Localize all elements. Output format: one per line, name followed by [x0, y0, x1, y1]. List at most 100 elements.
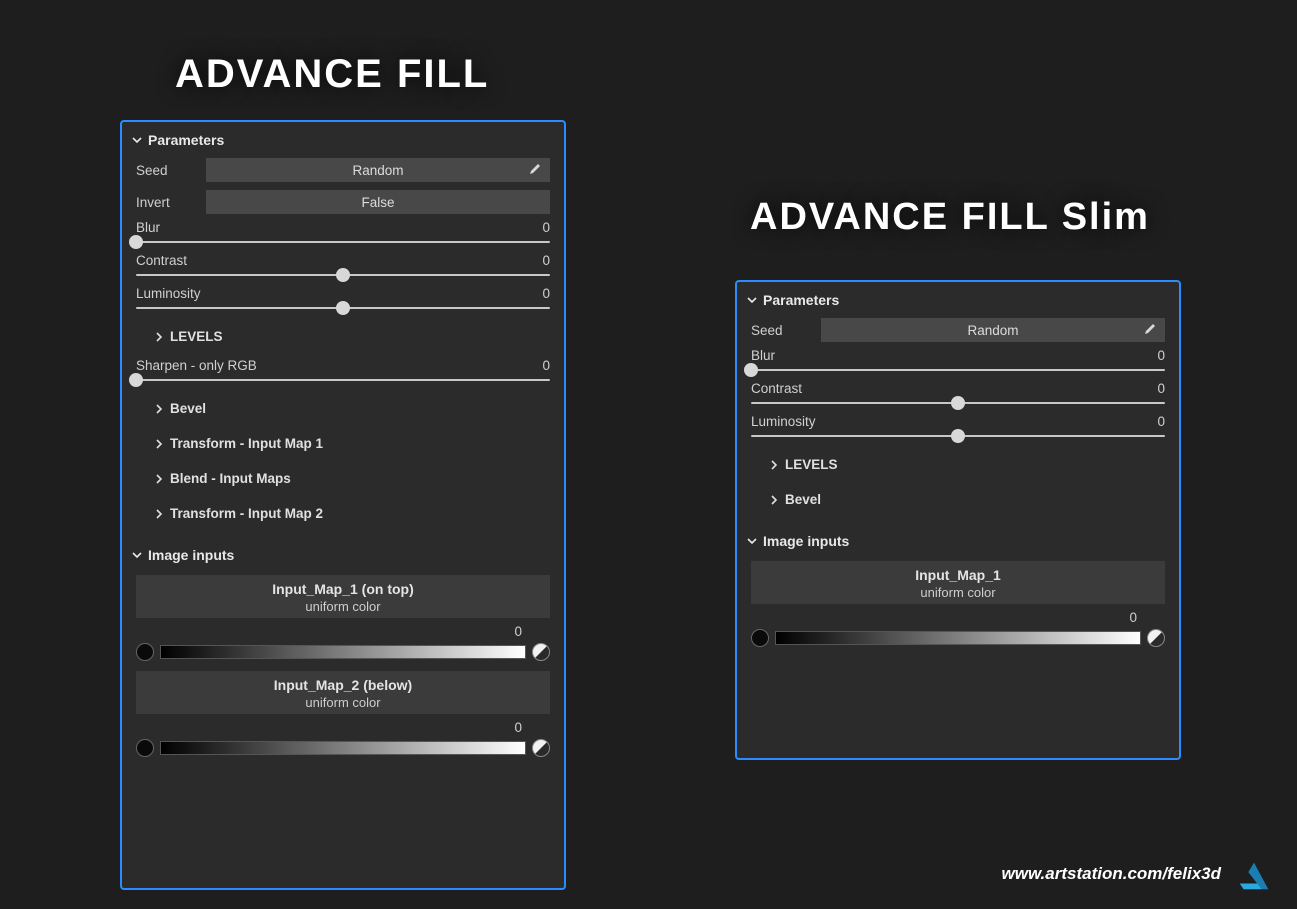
- slider-value: 0: [510, 358, 550, 373]
- seed-label: Seed: [751, 323, 821, 338]
- row-seed: Seed Random: [136, 156, 550, 184]
- footer-link[interactable]: www.artstation.com/felix3d: [1002, 864, 1221, 884]
- panel-advance-fill-slim: Parameters Seed Random Blur 0 Contrast: [735, 280, 1181, 760]
- input-map-2-block[interactable]: Input_Map_2 (below) uniform color: [136, 671, 550, 714]
- gradient-picker-icon[interactable]: [532, 643, 550, 661]
- slider-track[interactable]: [751, 402, 1165, 404]
- input-map-1-block[interactable]: Input_Map_1 uniform color: [751, 561, 1165, 604]
- slider-track[interactable]: [751, 369, 1165, 371]
- sub-bevel[interactable]: Bevel: [136, 391, 550, 426]
- input-map-1-gradient[interactable]: 0: [751, 610, 1165, 647]
- slider-track[interactable]: [136, 307, 550, 309]
- chevron-down-icon: [747, 295, 757, 305]
- input-map-name: Input_Map_1 (on top): [136, 581, 550, 597]
- gradient-value: 0: [136, 624, 550, 639]
- gradient-start-icon[interactable]: [136, 643, 154, 661]
- gradient-picker-icon[interactable]: [532, 739, 550, 757]
- slider-blur[interactable]: Blur 0: [751, 348, 1165, 371]
- sub-label: Bevel: [170, 401, 206, 416]
- gradient-bar[interactable]: [775, 631, 1141, 645]
- slider-thumb[interactable]: [336, 301, 350, 315]
- section-label: Parameters: [148, 132, 224, 148]
- row-seed: Seed Random: [751, 316, 1165, 344]
- sub-blend[interactable]: Blend - Input Maps: [136, 461, 550, 496]
- seed-value: Random: [352, 163, 403, 178]
- sub-levels[interactable]: LEVELS: [136, 319, 550, 354]
- pencil-icon[interactable]: [1143, 322, 1157, 339]
- pencil-icon[interactable]: [528, 162, 542, 179]
- slider-track[interactable]: [136, 241, 550, 243]
- sub-label: Transform - Input Map 2: [170, 506, 323, 521]
- sub-label: Blend - Input Maps: [170, 471, 291, 486]
- input-map-1-block[interactable]: Input_Map_1 (on top) uniform color: [136, 575, 550, 618]
- slider-thumb[interactable]: [744, 363, 758, 377]
- sub-transform2[interactable]: Transform - Input Map 2: [136, 496, 550, 531]
- input-map-name: Input_Map_1: [751, 567, 1165, 583]
- sub-label: Transform - Input Map 1: [170, 436, 323, 451]
- gradient-value: 0: [751, 610, 1165, 625]
- section-parameters[interactable]: Parameters: [122, 122, 564, 156]
- section-label: Image inputs: [148, 547, 234, 563]
- seed-value: Random: [967, 323, 1018, 338]
- invert-field[interactable]: False: [206, 190, 550, 214]
- slider-track[interactable]: [751, 435, 1165, 437]
- sub-label: LEVELS: [170, 329, 223, 344]
- section-label: Parameters: [763, 292, 839, 308]
- sub-label: LEVELS: [785, 457, 838, 472]
- input-map-1-gradient[interactable]: 0: [136, 624, 550, 661]
- chevron-right-icon: [769, 495, 779, 505]
- slider-thumb[interactable]: [336, 268, 350, 282]
- seed-field[interactable]: Random: [206, 158, 550, 182]
- section-parameters[interactable]: Parameters: [737, 282, 1179, 316]
- chevron-right-icon: [154, 332, 164, 342]
- slider-thumb[interactable]: [129, 235, 143, 249]
- seed-label: Seed: [136, 163, 206, 178]
- slider-thumb[interactable]: [951, 429, 965, 443]
- chevron-right-icon: [154, 474, 164, 484]
- slider-value: 0: [1125, 348, 1165, 363]
- slider-blur[interactable]: Blur 0: [136, 220, 550, 243]
- gradient-bar[interactable]: [160, 645, 526, 659]
- slider-thumb[interactable]: [129, 373, 143, 387]
- chevron-right-icon: [154, 404, 164, 414]
- gradient-bar[interactable]: [160, 741, 526, 755]
- slider-label: Contrast: [751, 381, 1125, 396]
- slider-luminosity[interactable]: Luminosity 0: [136, 286, 550, 309]
- panel-advance-fill: Parameters Seed Random Invert False Blur…: [120, 120, 566, 890]
- chevron-down-icon: [132, 135, 142, 145]
- input-map-name: Input_Map_2 (below): [136, 677, 550, 693]
- section-image-inputs[interactable]: Image inputs: [122, 537, 564, 571]
- gradient-picker-icon[interactable]: [1147, 629, 1165, 647]
- slider-label: Sharpen - only RGB: [136, 358, 510, 373]
- slider-luminosity[interactable]: Luminosity 0: [751, 414, 1165, 437]
- sub-transform1[interactable]: Transform - Input Map 1: [136, 426, 550, 461]
- seed-field[interactable]: Random: [821, 318, 1165, 342]
- slider-track[interactable]: [136, 379, 550, 381]
- slider-contrast[interactable]: Contrast 0: [751, 381, 1165, 404]
- gradient-start-icon[interactable]: [751, 629, 769, 647]
- slider-label: Luminosity: [751, 414, 1125, 429]
- slider-label: Luminosity: [136, 286, 510, 301]
- invert-value: False: [361, 195, 394, 210]
- slider-sharpen[interactable]: Sharpen - only RGB 0: [136, 358, 550, 381]
- footer: www.artstation.com/felix3d: [1002, 855, 1273, 893]
- slider-value: 0: [510, 253, 550, 268]
- slider-value: 0: [1125, 381, 1165, 396]
- heading-right: ADVANCE FILL Slim: [750, 196, 1150, 239]
- sub-bevel[interactable]: Bevel: [751, 482, 1165, 517]
- chevron-down-icon: [747, 536, 757, 546]
- chevron-right-icon: [154, 439, 164, 449]
- slider-value: 0: [1125, 414, 1165, 429]
- slider-thumb[interactable]: [951, 396, 965, 410]
- gradient-start-icon[interactable]: [136, 739, 154, 757]
- chevron-down-icon: [132, 550, 142, 560]
- sub-levels[interactable]: LEVELS: [751, 447, 1165, 482]
- section-image-inputs[interactable]: Image inputs: [737, 523, 1179, 557]
- slider-track[interactable]: [136, 274, 550, 276]
- chevron-right-icon: [154, 509, 164, 519]
- slider-contrast[interactable]: Contrast 0: [136, 253, 550, 276]
- input-map-2-gradient[interactable]: 0: [136, 720, 550, 757]
- slider-label: Blur: [751, 348, 1125, 363]
- input-map-sub: uniform color: [136, 599, 550, 614]
- slider-label: Contrast: [136, 253, 510, 268]
